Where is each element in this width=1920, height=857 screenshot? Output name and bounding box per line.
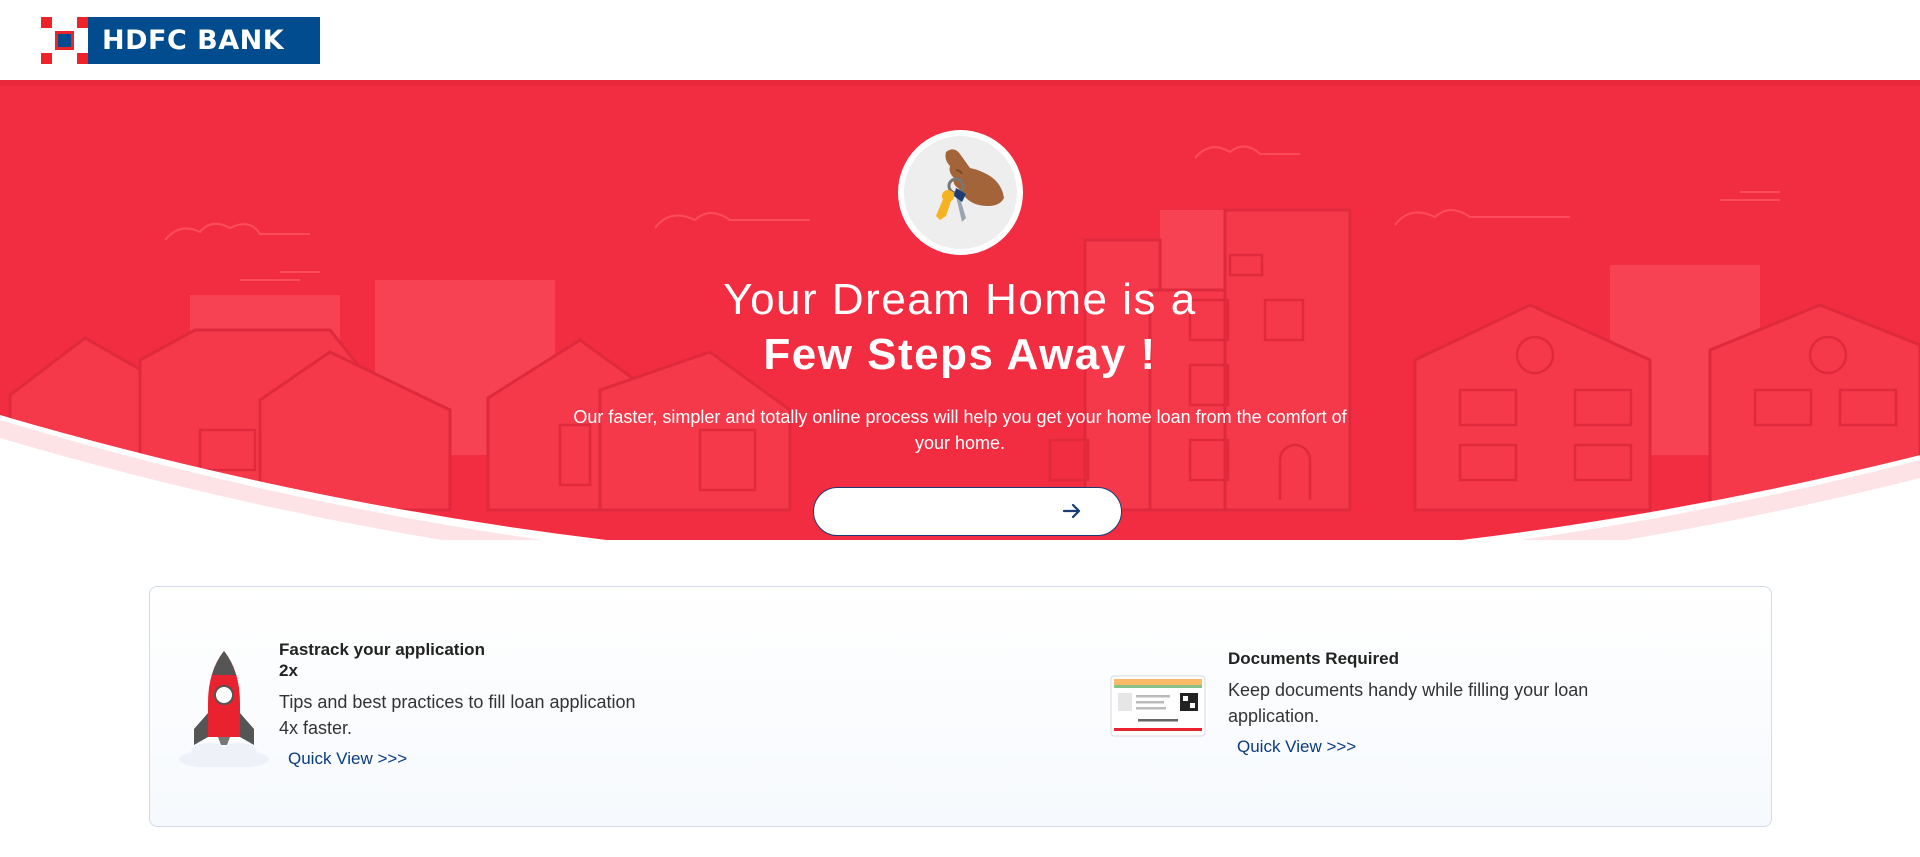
rocket-icon <box>179 651 269 767</box>
top-bar: HDFC BANK <box>0 0 1920 80</box>
arrow-right-icon <box>1062 503 1081 519</box>
documents-title: Documents Required <box>1228 649 1399 668</box>
fastrack-title-line1: Fastrack your application <box>279 640 485 659</box>
documents-card: Documents Required Keep documents handy … <box>1228 648 1628 757</box>
info-card: Fastrack your application 2x Tips and be… <box>149 586 1772 827</box>
get-started-button[interactable] <box>813 487 1122 536</box>
logo-text: HDFC BANK <box>88 17 320 64</box>
hero-title-line1: Your Dream Home is a <box>723 275 1197 324</box>
documents-quick-view-link[interactable]: Quick View >>> <box>1237 737 1356 757</box>
hdfc-logo-mark-icon <box>41 17 88 64</box>
aadhaar-card-icon <box>1110 675 1206 737</box>
fastrack-card: Fastrack your application 2x Tips and be… <box>279 639 659 769</box>
hdfc-bank-logo[interactable]: HDFC BANK <box>41 17 320 64</box>
hero-subtitle: Our faster, simpler and totally online p… <box>573 407 1347 453</box>
hand-with-keys-icon <box>898 130 1023 255</box>
fastrack-quick-view-link[interactable]: Quick View >>> <box>288 749 407 769</box>
fastrack-description: Tips and best practices to fill loan app… <box>279 692 636 738</box>
documents-description: Keep documents handy while filling your … <box>1228 680 1589 726</box>
hero-title-line2: Few Steps Away ! <box>763 330 1157 379</box>
fastrack-title-line2: 2x <box>279 661 298 680</box>
